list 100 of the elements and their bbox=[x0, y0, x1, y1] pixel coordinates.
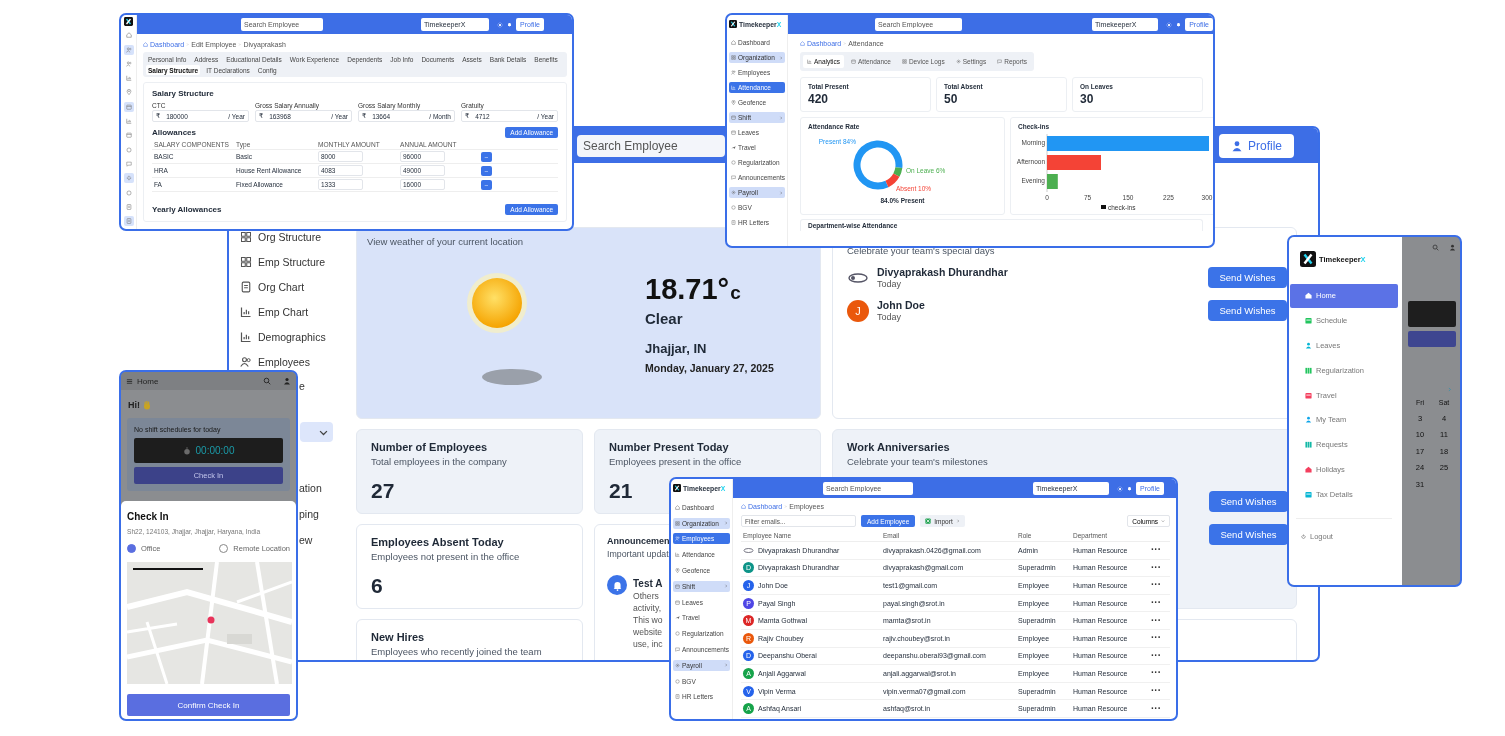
bar-chart-icon bbox=[807, 59, 812, 64]
sidebar-item[interactable]: e bbox=[299, 380, 305, 392]
weather-condition: Clear bbox=[645, 310, 684, 327]
home-icon bbox=[125, 32, 132, 39]
more-button[interactable]: ··· bbox=[1151, 598, 1161, 609]
stat-value: 30 bbox=[1080, 92, 1095, 106]
location-pin-icon bbox=[675, 568, 680, 573]
person-icon[interactable] bbox=[283, 377, 291, 385]
person-icon[interactable] bbox=[1449, 244, 1456, 251]
sidebar-item[interactable]: Org Chart bbox=[258, 280, 305, 293]
sidebar-item[interactable]: Employees bbox=[258, 355, 310, 368]
nav-rail-item[interactable] bbox=[123, 130, 134, 141]
people-icon bbox=[675, 536, 680, 542]
bell-icon[interactable] bbox=[1176, 22, 1182, 27]
circle-icon bbox=[675, 678, 680, 684]
document-icon bbox=[240, 280, 252, 293]
sidebar-item[interactable]: Org Structure bbox=[258, 230, 322, 243]
brightness-icon[interactable] bbox=[1117, 485, 1123, 492]
grid-icon bbox=[731, 55, 736, 60]
card-subtitle: Total employees in the company bbox=[371, 456, 507, 467]
nav-rail-item[interactable] bbox=[123, 58, 134, 69]
circle-icon bbox=[125, 146, 132, 153]
gear-icon bbox=[125, 175, 132, 182]
profile-button[interactable]: Profile bbox=[1219, 133, 1294, 158]
sidebar-item[interactable]: ping bbox=[299, 508, 319, 520]
card-subtitle: Employees present in the office bbox=[609, 456, 742, 467]
grid-icon bbox=[240, 255, 252, 268]
bar-chart-icon bbox=[125, 75, 132, 82]
radio-button[interactable] bbox=[219, 544, 229, 553]
send-wishes-button[interactable]: Send Wishes bbox=[1209, 491, 1288, 512]
avatar: J bbox=[847, 299, 869, 322]
send-wishes-button[interactable]: Send Wishes bbox=[1208, 267, 1287, 288]
sidebar-item[interactable]: Emp Chart bbox=[258, 305, 309, 318]
more-button[interactable]: ··· bbox=[1151, 703, 1161, 714]
person-name: Divyaprakash Dhurandhar bbox=[877, 266, 1009, 278]
nav-rail-item[interactable] bbox=[123, 158, 134, 169]
chat-icon bbox=[675, 646, 680, 652]
more-button[interactable]: ··· bbox=[1151, 615, 1161, 626]
confirm-check-in-button[interactable]: Confirm Check In bbox=[127, 694, 290, 716]
sheet-title: Check In bbox=[127, 511, 170, 522]
sidebar-item[interactable]: Demographics bbox=[258, 330, 326, 343]
legend-swatch bbox=[1101, 205, 1106, 209]
circle-icon bbox=[675, 631, 680, 637]
logo-icon bbox=[124, 17, 133, 26]
card-caption: View weather of your current location bbox=[367, 236, 524, 247]
announcement-text: This wo bbox=[633, 615, 663, 625]
more-button[interactable]: ··· bbox=[1151, 545, 1161, 556]
search-field[interactable]: Search Employee bbox=[577, 134, 725, 157]
date-label: Today bbox=[877, 312, 903, 322]
stat-value: 420 bbox=[808, 92, 830, 106]
sidebar-item[interactable]: Emp Structure bbox=[258, 255, 326, 268]
chevron-down-icon bbox=[1161, 519, 1165, 523]
plane-icon bbox=[731, 145, 736, 150]
stat-value: 6 bbox=[371, 574, 383, 598]
calendar-icon bbox=[675, 583, 680, 589]
nav-rail-item[interactable] bbox=[123, 201, 134, 212]
more-button[interactable]: ··· bbox=[1151, 668, 1161, 679]
card-subtitle: Celebrate your team's special days bbox=[847, 245, 995, 256]
send-wishes-button[interactable]: Send Wishes bbox=[1209, 524, 1288, 545]
more-button[interactable]: ··· bbox=[1151, 562, 1161, 573]
more-button[interactable]: ··· bbox=[1151, 686, 1161, 697]
bell-icon[interactable] bbox=[507, 22, 512, 27]
send-wishes-button[interactable]: Send Wishes bbox=[1208, 300, 1287, 321]
nav-rail-item[interactable] bbox=[123, 116, 134, 127]
nav-rail-item[interactable] bbox=[123, 187, 134, 198]
nav-rail-item[interactable] bbox=[123, 173, 134, 184]
section-title: Yearly Allowances bbox=[152, 205, 222, 214]
chat-icon bbox=[997, 59, 1003, 64]
nav-rail-item[interactable] bbox=[123, 144, 134, 155]
stat-value: 50 bbox=[944, 92, 959, 106]
nav-rail-item[interactable] bbox=[123, 44, 134, 55]
bell-icon[interactable] bbox=[1127, 486, 1132, 491]
nav-rail-item[interactable] bbox=[123, 101, 134, 112]
radio-button[interactable] bbox=[127, 544, 136, 553]
more-button[interactable]: ··· bbox=[1151, 650, 1161, 661]
sidebar-item[interactable]: ew bbox=[299, 534, 313, 546]
more-button[interactable]: ··· bbox=[1151, 580, 1161, 591]
more-button[interactable]: ··· bbox=[1151, 633, 1161, 644]
y-axis bbox=[1046, 133, 1048, 193]
nav-rail-item[interactable] bbox=[123, 216, 134, 227]
location-pin-icon bbox=[731, 100, 736, 105]
brightness-icon[interactable] bbox=[1166, 21, 1173, 28]
menu-icon[interactable] bbox=[126, 377, 133, 385]
search-icon[interactable] bbox=[263, 377, 271, 385]
nav-rail-item[interactable] bbox=[123, 73, 134, 84]
announcement-title: Test A bbox=[633, 578, 663, 589]
home-icon bbox=[800, 41, 805, 46]
calendar-icon bbox=[675, 599, 680, 605]
card-subtitle: Employees not present in the office bbox=[371, 551, 520, 562]
power-icon bbox=[1301, 534, 1306, 540]
nav-rail-item[interactable] bbox=[123, 30, 134, 41]
check-in-button[interactable] bbox=[1408, 331, 1456, 347]
gear-icon bbox=[955, 59, 961, 64]
sidebar-group[interactable] bbox=[300, 422, 333, 442]
home-icon bbox=[731, 40, 736, 45]
search-icon[interactable] bbox=[1432, 244, 1439, 251]
sidebar-item[interactable]: ation bbox=[299, 482, 322, 494]
brightness-icon[interactable] bbox=[497, 21, 503, 28]
chat-icon bbox=[731, 175, 736, 180]
card-title: Work Anniversaries bbox=[847, 441, 950, 453]
